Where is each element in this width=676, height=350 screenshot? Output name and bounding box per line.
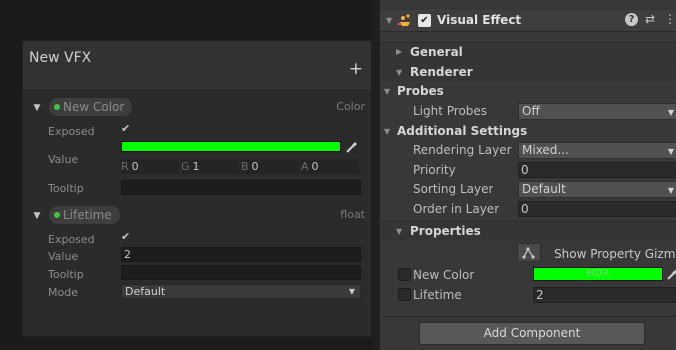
presets-icon[interactable]: ⇄	[645, 12, 655, 26]
tooltip-input[interactable]	[121, 265, 361, 280]
exposed-checkbox[interactable]: ✔	[121, 231, 133, 243]
tooltip-label: Tooltip	[48, 268, 84, 281]
sorting-layer-dropdown[interactable]: Default ▼	[518, 181, 676, 198]
gizmo-toggle-button[interactable]	[517, 243, 541, 262]
value-label: Value	[48, 250, 79, 263]
priority-label: Priority	[413, 163, 456, 177]
help-icon[interactable]: ?	[625, 13, 638, 26]
collapse-lifetime-icon[interactable]: ▼	[31, 210, 43, 222]
light-probes-dropdown[interactable]: Off ▼	[518, 103, 676, 120]
exposed-dot-icon	[54, 104, 60, 110]
component-header[interactable]: ▼ ✔ Visual Effect ? ⇄ ⋮	[380, 10, 676, 32]
visual-effect-icon	[398, 14, 410, 26]
rgba-r: R0	[121, 160, 139, 173]
override-lifetime-checkbox[interactable]	[398, 288, 411, 301]
lifetime-value-input[interactable]: 2	[121, 247, 361, 262]
section-label: Properties	[410, 224, 481, 238]
property-pill-new-color[interactable]: New Color	[49, 98, 133, 116]
new-color-swatch[interactable]: HDR	[533, 267, 663, 281]
inspector-panel: ▼ ✔ Visual Effect ? ⇄ ⋮ ▶ General ▼ Rend…	[379, 0, 676, 350]
collapse-new-color-icon[interactable]: ▼	[31, 102, 43, 114]
blackboard-panel: New VFX + ▼ New Color Color Exposed ✔ Va…	[22, 40, 372, 337]
property-name: New Color	[63, 100, 125, 114]
rgba-g: G1	[181, 160, 200, 173]
priority-input[interactable]: 0	[518, 162, 676, 178]
light-probes-label: Light Probes	[413, 104, 488, 118]
tooltip-input[interactable]	[121, 180, 361, 195]
foldout-open-icon: ▼	[384, 87, 391, 96]
blackboard-header: New VFX +	[23, 41, 371, 91]
section-general[interactable]: ▶ General	[380, 42, 676, 61]
property-name: Lifetime	[63, 208, 112, 222]
divider	[380, 316, 676, 317]
new-color-label: New Color	[413, 268, 475, 282]
rgba-a: A0	[301, 160, 319, 173]
mode-dropdown[interactable]: Default ▼	[121, 284, 361, 299]
property-type: float	[340, 208, 365, 221]
section-label: General	[410, 45, 463, 59]
section-label: Renderer	[410, 65, 473, 79]
section-renderer[interactable]: ▼ Renderer	[380, 62, 676, 81]
value-label: Value	[48, 153, 79, 166]
exposed-checkbox[interactable]: ✔	[121, 123, 133, 135]
section-label: Probes	[397, 84, 444, 98]
gizmo-icon	[522, 247, 535, 259]
sorting-layer-label: Sorting Layer	[413, 182, 494, 196]
order-in-layer-label: Order in Layer	[413, 202, 500, 216]
add-property-button[interactable]: +	[349, 61, 363, 78]
order-in-layer-input[interactable]: 0	[518, 201, 676, 217]
show-gizmos-label: Show Property Gizmos	[554, 247, 676, 261]
tooltip-label: Tooltip	[48, 182, 84, 195]
more-options-icon[interactable]: ⋮	[664, 12, 676, 26]
section-probes[interactable]: ▼ Probes	[380, 82, 676, 101]
rendering-layer-label: Rendering Layer M	[413, 143, 516, 157]
add-component-button[interactable]: Add Component	[419, 322, 645, 345]
section-properties[interactable]: ▼ Properties	[380, 221, 676, 240]
foldout-open-icon: ▼	[384, 127, 391, 136]
override-new-color-checkbox[interactable]	[398, 268, 411, 281]
lifetime-input[interactable]: 2	[533, 287, 676, 303]
chevron-down-icon: ▼	[348, 287, 355, 296]
property-type: Color	[336, 100, 365, 113]
eyedropper-icon[interactable]	[345, 140, 359, 154]
exposed-label: Exposed	[48, 125, 95, 138]
mode-label: Mode	[48, 286, 78, 299]
foldout-icon[interactable]: ▼	[386, 16, 392, 25]
exposed-dot-icon	[54, 212, 60, 218]
foldout-closed-icon: ▶	[396, 47, 403, 56]
eyedropper-icon[interactable]	[667, 267, 676, 281]
exposed-label: Exposed	[48, 233, 95, 246]
blackboard-title: New VFX	[29, 50, 92, 66]
lifetime-label: Lifetime	[413, 288, 462, 302]
color-value-swatch[interactable]	[121, 141, 341, 152]
chevron-down-icon: ▼	[667, 186, 674, 195]
foldout-open-icon: ▼	[396, 227, 403, 236]
chevron-down-icon: ▼	[667, 108, 674, 117]
property-pill-lifetime[interactable]: Lifetime	[49, 206, 120, 224]
foldout-open-icon: ▼	[396, 68, 403, 77]
section-additional-settings[interactable]: ▼ Additional Settings	[380, 122, 676, 141]
component-enabled-checkbox[interactable]: ✔	[418, 14, 431, 27]
rendering-layer-dropdown[interactable]: Mixed... ▼	[518, 142, 676, 159]
component-title: Visual Effect	[437, 13, 522, 27]
chevron-down-icon: ▼	[667, 147, 674, 156]
rgba-b: B0	[241, 160, 259, 173]
section-label: Additional Settings	[397, 124, 528, 138]
